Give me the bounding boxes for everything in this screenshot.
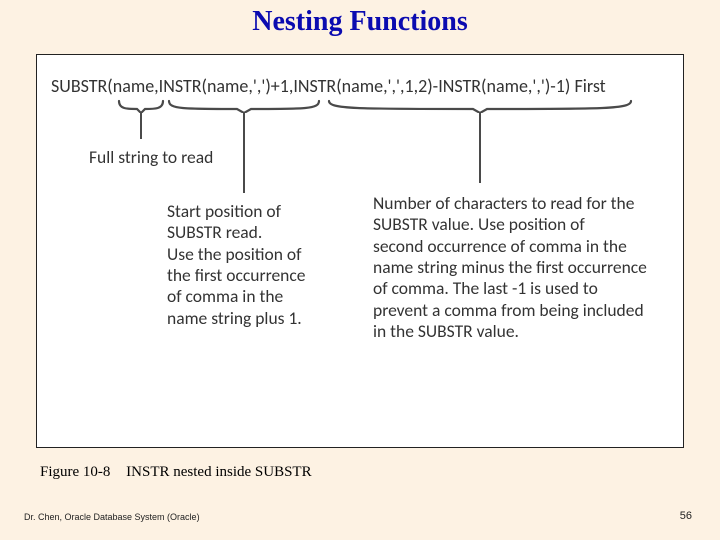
slide-title: Nesting Functions bbox=[0, 6, 720, 38]
explain-c: Number of characters to read for the SUB… bbox=[373, 193, 679, 342]
brace-a bbox=[117, 99, 165, 113]
figure-number: Figure 10-8 bbox=[40, 464, 110, 480]
brace-c bbox=[327, 99, 633, 113]
explain-a: Full string to read bbox=[89, 147, 249, 168]
footer-credit: Dr. Chen, Oracle Database System (Oracle… bbox=[24, 512, 200, 522]
slide: Nesting Functions SUBSTR(name,INSTR(name… bbox=[0, 0, 720, 540]
explain-b: Start position of SUBSTR read. Use the p… bbox=[167, 201, 337, 329]
brace-b bbox=[167, 99, 321, 113]
code-line: SUBSTR(name,INSTR(name,',')+1,INSTR(name… bbox=[51, 75, 606, 97]
tick-a bbox=[140, 113, 142, 139]
tick-c bbox=[479, 113, 481, 183]
figure-caption: Figure 10-8 INSTR nested inside SUBSTR bbox=[40, 464, 312, 481]
page-number: 56 bbox=[680, 510, 692, 522]
diagram-box: SUBSTR(name,INSTR(name,',')+1,INSTR(name… bbox=[36, 54, 684, 448]
figure-text: INSTR nested inside SUBSTR bbox=[126, 464, 311, 480]
